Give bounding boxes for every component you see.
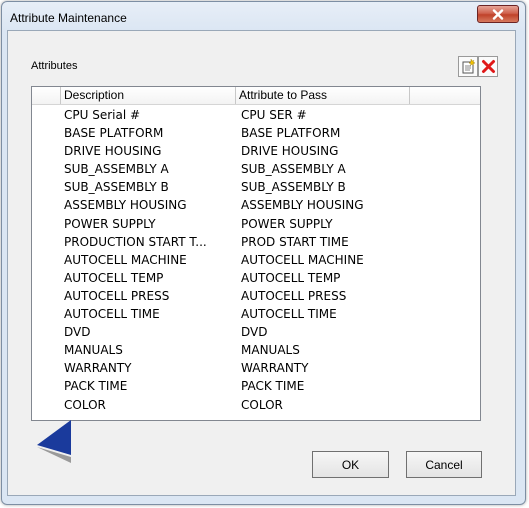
list-item[interactable]: ASSEMBLY HOUSING ASSEMBLY HOUSING <box>32 196 480 214</box>
title-bar[interactable]: Attribute Maintenance <box>2 2 525 32</box>
window-title: Attribute Maintenance <box>10 11 127 25</box>
description-cell: CPU Serial # <box>64 108 141 122</box>
attribute-cell: MANUALS <box>241 343 300 358</box>
attribute-cell: SUB_ASSEMBLY A <box>241 162 346 177</box>
attribute-cell: SUB_ASSEMBLY B <box>241 180 346 195</box>
list-header: Description Attribute to Pass <box>32 87 480 105</box>
description-cell: AUTOCELL TEMP <box>64 270 164 285</box>
attribute-cell: AUTOCELL MACHINE <box>241 252 364 267</box>
description-cell: PACK TIME <box>64 379 128 394</box>
column-header-attribute-to-pass[interactable]: Attribute to Pass <box>236 87 410 104</box>
description-cell: SUB_ASSEMBLY A <box>64 162 169 177</box>
close-button[interactable] <box>477 5 519 23</box>
list-item[interactable]: WARRANTY WARRANTY <box>32 359 480 377</box>
attribute-cell: POWER SUPPLY <box>241 216 333 231</box>
description-cell: AUTOCELL PRESS <box>64 288 170 303</box>
list-item[interactable]: AUTOCELL TIME AUTOCELL TIME <box>32 305 480 323</box>
delete-x-icon <box>481 60 495 73</box>
attributes-label: Attributes <box>31 60 78 72</box>
attribute-cell: DVD <box>241 325 268 340</box>
list-item[interactable]: AUTOCELL TEMP AUTOCELL TEMP <box>32 269 480 287</box>
cancel-button[interactable]: Cancel <box>406 451 482 478</box>
description-cell: AUTOCELL MACHINE <box>64 252 187 267</box>
description-cell: DRIVE HOUSING <box>64 144 162 159</box>
pointer-arrow-icon <box>37 420 71 463</box>
description-cell: PRODUCTION START T... <box>64 234 207 249</box>
attribute-cell: PACK TIME <box>241 379 305 394</box>
list-item[interactable]: CPU Serial # CPU SER # <box>32 106 480 124</box>
list-item[interactable]: COLOR COLOR <box>32 396 480 414</box>
attribute-cell: PROD START TIME <box>241 234 349 249</box>
list-item[interactable]: MANUALS MANUALS <box>32 341 480 359</box>
list-item[interactable]: AUTOCELL MACHINE AUTOCELL MACHINE <box>32 251 480 269</box>
list-item[interactable]: SUB_ASSEMBLY A SUB_ASSEMBLY A <box>32 160 480 178</box>
description-cell: COLOR <box>64 397 106 412</box>
new-attribute-button[interactable] <box>458 56 478 77</box>
list-item[interactable]: PRODUCTION START T... PROD START TIME <box>32 233 480 251</box>
attribute-cell: WARRANTY <box>241 361 309 376</box>
description-cell: WARRANTY <box>64 361 132 376</box>
ok-button[interactable]: OK <box>312 451 389 478</box>
list-item[interactable]: AUTOCELL PRESS AUTOCELL PRESS <box>32 287 480 305</box>
description-cell: MANUALS <box>64 343 123 358</box>
attributes-list[interactable]: Description Attribute to Pass CPU Serial… <box>31 86 481 421</box>
attribute-cell: BASE PLATFORM <box>241 126 341 141</box>
description-cell: AUTOCELL TIME <box>64 307 160 322</box>
header-blank-cell <box>32 87 61 104</box>
attribute-cell: CPU SER # <box>241 108 307 122</box>
list-item[interactable]: PACK TIME PACK TIME <box>32 377 480 395</box>
attribute-cell: AUTOCELL TIME <box>241 307 337 322</box>
close-icon <box>492 8 504 20</box>
column-header-description[interactable]: Description <box>61 87 236 104</box>
description-cell: POWER SUPPLY <box>64 216 156 231</box>
attribute-cell: AUTOCELL PRESS <box>241 288 347 303</box>
list-item[interactable]: BASE PLATFORM BASE PLATFORM <box>32 124 480 142</box>
attribute-cell: ASSEMBLY HOUSING <box>241 198 364 213</box>
description-cell: ASSEMBLY HOUSING <box>64 198 187 213</box>
attribute-cell: AUTOCELL TEMP <box>241 270 341 285</box>
list-item[interactable]: DVD DVD <box>32 323 480 341</box>
description-cell: DVD <box>64 325 91 340</box>
list-item[interactable]: POWER SUPPLY POWER SUPPLY <box>32 215 480 233</box>
attribute-cell: DRIVE HOUSING <box>241 144 339 159</box>
delete-attribute-button[interactable] <box>478 56 498 77</box>
list-item[interactable]: SUB_ASSEMBLY B SUB_ASSEMBLY B <box>32 178 480 196</box>
attribute-cell: COLOR <box>241 397 283 412</box>
description-cell: BASE PLATFORM <box>64 126 164 141</box>
list-item[interactable]: DRIVE HOUSING DRIVE HOUSING <box>32 142 480 160</box>
new-document-icon <box>462 59 476 74</box>
description-cell: SUB_ASSEMBLY B <box>64 180 169 195</box>
list-rows: CPU Serial # CPU SER # BASE PLATFORM BASE … <box>32 106 480 414</box>
